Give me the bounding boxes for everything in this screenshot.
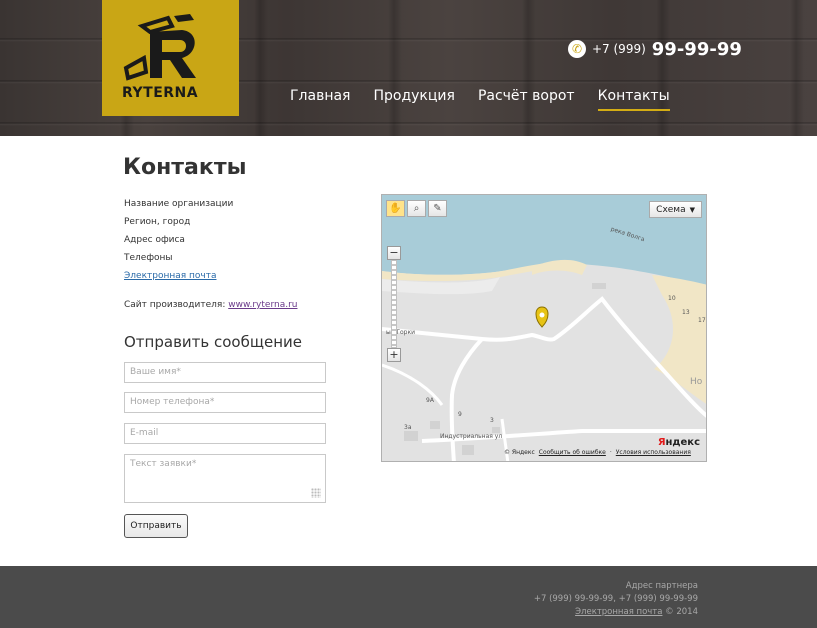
map-canvas[interactable]	[382, 195, 707, 462]
form-title: Отправить сообщение	[124, 333, 302, 351]
site-header: RYTERNA ✆ +7 (999) 99-99-99 Главная Прод…	[0, 0, 817, 136]
ruler-tool-icon[interactable]: ✎	[428, 200, 447, 217]
map-copyright: © Яндекс	[504, 449, 535, 456]
logo-r-mark	[123, 14, 196, 81]
house-9a: 9А	[426, 397, 434, 404]
zoom-control: − +	[387, 246, 403, 367]
yandex-logo-letter: Я	[657, 437, 666, 448]
nav-item-products[interactable]: Продукция	[373, 88, 454, 111]
logo[interactable]: RYTERNA	[102, 0, 239, 116]
page-title: Контакты	[123, 155, 247, 180]
logo-text: RYTERNA	[122, 85, 199, 101]
contact-info: Название организации Регион, город Адрес…	[124, 198, 233, 288]
office-address: Адрес офиса	[124, 235, 185, 245]
main-nav: Главная Продукция Расчёт ворот Контакты	[290, 88, 693, 111]
phone-icon: ✆	[568, 40, 586, 58]
region-city: Регион, город	[124, 217, 191, 227]
message-textarea[interactable]: Текст заявки*	[124, 454, 326, 503]
name-placeholder: Ваше имя*	[130, 367, 181, 377]
house-3: 3	[490, 417, 494, 424]
map-type-label: Схема	[656, 204, 686, 215]
report-error-link[interactable]: Сообщить об ошибке	[539, 449, 606, 456]
message-placeholder: Текст заявки*	[130, 459, 197, 469]
header-phone: ✆ +7 (999) 99-99-99	[568, 37, 742, 61]
map-type-select[interactable]: Схема ▼	[649, 201, 702, 218]
email-input[interactable]: E-mail	[124, 423, 326, 444]
hand-tool-icon[interactable]: ✋	[386, 200, 405, 217]
zoom-slider[interactable]	[391, 260, 397, 348]
email-placeholder: E-mail	[130, 428, 159, 438]
footer-contacts: Адрес партнера +7 (999) 99-99-99, +7 (99…	[534, 580, 698, 619]
phone-input[interactable]: Номер телефона*	[124, 392, 326, 413]
footer-email-link[interactable]: Электронная почта	[575, 607, 662, 617]
phone-placeholder: Номер телефона*	[130, 397, 215, 407]
site-footer: Адрес партнера +7 (999) 99-99-99, +7 (99…	[0, 566, 817, 628]
zoom-out-button[interactable]: −	[387, 246, 401, 260]
zoom-in-button[interactable]: +	[387, 348, 401, 362]
manufacturer-site: Сайт производителя: www.ryterna.ru	[124, 300, 297, 310]
magnifier-tool-icon[interactable]: ⌕	[407, 200, 426, 217]
house-10: 10	[668, 295, 676, 302]
house-9: 9	[458, 411, 462, 418]
footer-email-line: Электронная почта © 2014	[534, 606, 698, 619]
org-name: Название организации	[124, 199, 234, 209]
nav-item-home[interactable]: Главная	[290, 88, 350, 111]
yandex-logo: Яндекс	[658, 437, 700, 448]
partner-address: Адрес партнера	[625, 581, 698, 591]
email-link[interactable]: Электронная почта	[124, 270, 233, 288]
phone-code: +7 (999)	[592, 42, 646, 56]
resize-handle-icon[interactable]	[311, 488, 321, 498]
edge-label: Но	[690, 377, 703, 387]
chevron-down-icon: ▼	[689, 205, 695, 214]
nav-item-contacts[interactable]: Контакты	[597, 88, 670, 111]
name-input[interactable]: Ваше имя*	[124, 362, 326, 383]
street-label: Индустриальная ул	[440, 433, 503, 440]
phone-number: 99-99-99	[651, 38, 742, 60]
phones: Телефоны	[124, 253, 173, 263]
map-separator: ·	[609, 449, 612, 456]
partner-phones: +7 (999) 99-99-99, +7 (999) 99-99-99	[533, 594, 698, 604]
submit-button[interactable]: Отправить	[124, 514, 188, 538]
footer-copyright: © 2014	[665, 607, 698, 617]
map-toolbar: ✋ ⌕ ✎	[386, 200, 449, 217]
manufacturer-label: Сайт производителя:	[124, 300, 226, 310]
map-widget[interactable]: река Волга ые Горки Индустриальная ул Но…	[381, 194, 707, 462]
house-17: 17	[698, 317, 706, 324]
manufacturer-link[interactable]: www.ryterna.ru	[228, 300, 297, 310]
map-copyright-bar: © Яндекс Сообщить об ошибке · Условия ис…	[504, 449, 691, 456]
terms-link[interactable]: Условия использования	[616, 449, 691, 456]
house-3a: 3а	[404, 424, 412, 431]
nav-item-gate-calc[interactable]: Расчёт ворот	[478, 88, 575, 111]
yandex-logo-rest: ндекс	[665, 437, 700, 448]
house-13: 13	[682, 309, 690, 316]
